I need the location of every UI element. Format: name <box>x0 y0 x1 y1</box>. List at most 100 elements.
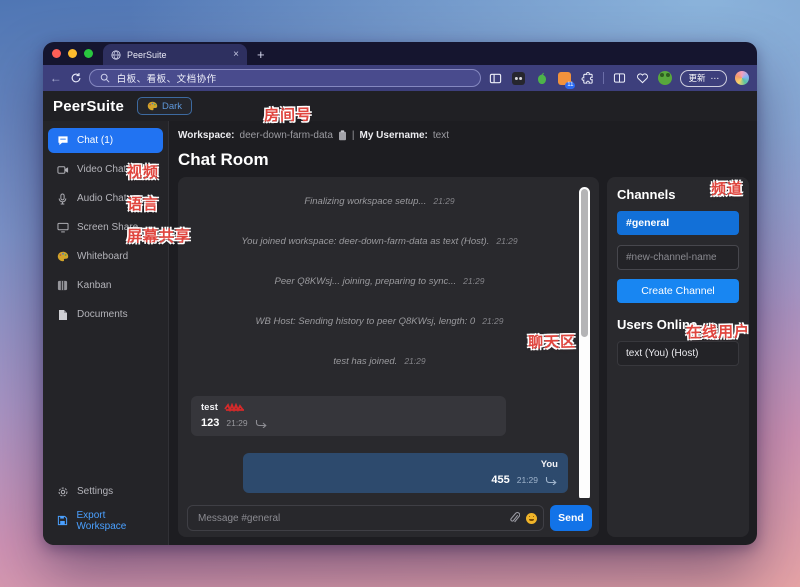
palette-icon <box>56 251 69 262</box>
username-value: text <box>433 130 449 141</box>
more-icon: ⋯ <box>711 73 720 84</box>
separator: | <box>352 130 355 141</box>
message-time: 21:29 <box>517 475 538 485</box>
message-author: test <box>201 402 218 413</box>
minimize-window-button[interactable] <box>68 49 77 58</box>
sidebar-item-export-workspace[interactable]: Export Workspace <box>48 508 163 533</box>
channel-item-general[interactable]: #general <box>617 211 739 235</box>
browser-toolbar: ← 白板、看板、文档协作 11 <box>43 65 757 91</box>
system-message: You joined workspace: deer-down-farm-dat… <box>191 236 568 248</box>
sidebar-item-label: Kanban <box>77 280 111 291</box>
gear-icon <box>56 486 69 498</box>
main-content: Workspace: deer-down-farm-data | My User… <box>169 121 757 545</box>
address-bar[interactable]: 白板、看板、文档协作 <box>89 69 482 87</box>
annotation-online-users: 在线用户 <box>686 320 750 342</box>
globe-icon <box>111 50 121 60</box>
chat-scrollbar-track[interactable] <box>579 187 590 498</box>
theme-toggle-label: Dark <box>162 101 182 112</box>
create-channel-button[interactable]: Create Channel <box>617 279 739 303</box>
search-icon <box>100 73 110 83</box>
kanban-board-icon <box>56 280 69 291</box>
user-list-item: text (You) (Host) <box>617 341 739 366</box>
document-icon <box>56 309 69 321</box>
system-message: Peer Q8KWsj... joining, preparing to syn… <box>191 276 568 288</box>
tab-title: PeerSuite <box>127 50 227 60</box>
split-screen-icon[interactable] <box>488 71 503 86</box>
browser-window: PeerSuite × + ← 白板、看板、文档协作 <box>43 42 757 545</box>
pear-extension-icon[interactable] <box>534 71 549 86</box>
reload-button[interactable] <box>70 72 82 84</box>
favorites-heart-icon[interactable] <box>635 71 650 86</box>
workspace-info: Workspace: deer-down-farm-data | My User… <box>178 128 749 143</box>
reply-arrow-icon[interactable] <box>545 476 558 485</box>
palette-icon <box>147 101 158 111</box>
red-scribble-annotation <box>224 403 246 412</box>
toolbar-divider <box>603 72 604 84</box>
extension-badge: 11 <box>565 82 575 89</box>
sidebar-item-documents[interactable]: Documents <box>48 302 163 327</box>
annotation-chat-area: 聊天区 <box>528 331 576 353</box>
message-input[interactable] <box>187 505 544 531</box>
message-time: 21:29 <box>226 418 247 428</box>
window-controls <box>43 42 103 65</box>
channels-panel: Channels #general Create Channel Users O… <box>607 177 749 537</box>
message-composer: Send <box>185 505 594 531</box>
close-window-button[interactable] <box>52 49 61 58</box>
system-message: test has joined.21:29 <box>191 356 568 368</box>
sidebar-item-chat[interactable]: Chat (1) <box>48 128 163 153</box>
sidebar-item-label: Whiteboard <box>77 251 128 262</box>
back-button[interactable]: ← <box>49 71 63 85</box>
app-logo: PeerSuite <box>53 98 124 115</box>
sidebar-item-whiteboard[interactable]: Whiteboard <box>48 244 163 269</box>
send-button[interactable]: Send <box>550 505 592 531</box>
zoom-window-button[interactable] <box>84 49 93 58</box>
sidebar-item-label: Video Chat <box>77 164 126 175</box>
peersuite-app: PeerSuite Dark Chat (1) Video Chat Au <box>43 91 757 545</box>
sidebar-item-label: Chat (1) <box>77 135 113 146</box>
new-tab-button[interactable]: + <box>257 47 265 62</box>
system-message: Finalizing workspace setup...21:29 <box>191 196 568 208</box>
annotation-channels: 频道 <box>711 178 743 200</box>
new-channel-input[interactable] <box>617 245 739 270</box>
sidebar-item-kanban[interactable]: Kanban <box>48 273 163 298</box>
browser-tab-bar: PeerSuite × + <box>43 42 757 65</box>
sidebar-item-settings[interactable]: Settings <box>48 479 163 504</box>
theme-toggle-button[interactable]: Dark <box>137 97 192 115</box>
reply-arrow-icon[interactable] <box>255 419 268 428</box>
annotation-room-id: 房间号 <box>264 104 312 126</box>
tab-peersuite[interactable]: PeerSuite × <box>103 44 247 65</box>
profile-avatar[interactable] <box>658 71 672 85</box>
message-text: 455 <box>491 474 509 486</box>
username-label: My Username: <box>360 130 428 141</box>
chat-message-test: test 123 21:29 <box>191 396 506 436</box>
workspace-name: deer-down-farm-data <box>240 130 333 141</box>
attachment-paperclip-icon[interactable] <box>509 512 520 524</box>
message-text: 123 <box>201 417 219 429</box>
extensions-puzzle-icon[interactable] <box>580 71 595 86</box>
extension-icons: 11 更新 ⋯ <box>488 70 749 87</box>
chat-panel: Finalizing workspace setup...21:29 You j… <box>178 177 599 537</box>
save-disk-icon <box>56 515 69 526</box>
annotation-voice: 语言 <box>127 193 159 214</box>
chat-extension-icon[interactable]: 11 <box>557 71 572 86</box>
update-label: 更新 <box>688 72 705 84</box>
copy-clipboard-icon[interactable] <box>338 130 347 141</box>
chat-bubble-icon <box>56 135 69 146</box>
page-title: Chat Room <box>178 150 749 170</box>
sidebar-item-label: Export Workspace <box>77 510 155 532</box>
chat-scrollbar-thumb[interactable] <box>581 189 588 337</box>
annotation-screen-share: 屏幕共享 <box>127 225 191 246</box>
reading-list-icon[interactable] <box>612 71 627 86</box>
emoji-picker-icon[interactable] <box>526 513 537 524</box>
sidebar: Chat (1) Video Chat Audio Chat Screen Sh… <box>43 121 169 545</box>
annotation-video: 视频 <box>127 161 159 182</box>
copilot-icon[interactable] <box>735 71 749 85</box>
sidebar-item-label: Audio Chat <box>77 193 126 204</box>
system-message: WB Host: Sending history to peer Q8KWsj,… <box>191 316 568 328</box>
message-author: You <box>541 459 558 470</box>
tab-close-icon[interactable]: × <box>233 50 239 60</box>
dark-app-extension-icon[interactable] <box>511 71 526 86</box>
video-camera-icon <box>56 165 69 175</box>
update-button[interactable]: 更新 ⋯ <box>680 70 727 87</box>
sidebar-item-label: Settings <box>77 486 113 497</box>
